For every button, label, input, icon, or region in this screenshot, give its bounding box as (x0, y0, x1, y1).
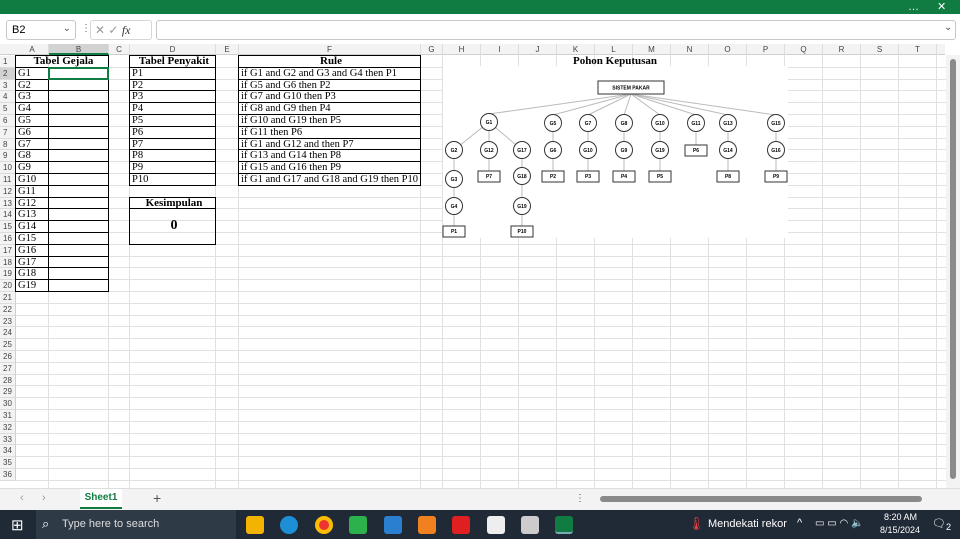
symptom-node-label: G17 (517, 148, 527, 154)
tree-edge (552, 93, 632, 116)
grid-line (16, 468, 946, 469)
grid-line (16, 302, 946, 304)
symptom-node-label: G12 (484, 148, 494, 154)
taskbar: ⊞ ⌕ Type here to search 🌡 Mendekati reko… (0, 510, 960, 539)
app-icon[interactable] (452, 516, 470, 534)
file-explorer-icon[interactable] (246, 516, 264, 534)
row-header-31[interactable]: 31 (0, 410, 16, 422)
search-placeholder: Type here to search (62, 518, 160, 530)
grid-line (16, 314, 946, 316)
row-header-35[interactable]: 35 (0, 457, 16, 469)
symptom-node-label: G19 (655, 148, 665, 154)
clock-date[interactable]: 8/15/2024 (880, 525, 920, 535)
symptom-node-label: G7 (585, 121, 592, 127)
notification-icon[interactable]: 🗨2 (932, 517, 951, 532)
thermometer-icon: 🌡 (688, 516, 705, 531)
disease-node-label: P8 (725, 174, 731, 180)
grid-line (16, 432, 946, 434)
symptom-node-label: G9 (621, 148, 628, 154)
next-sheet-icon[interactable]: › (42, 492, 46, 504)
search-icon: ⌕ (42, 516, 50, 531)
symptom-node-label: G11 (691, 121, 700, 127)
symptom-node-label: G1 (486, 120, 493, 126)
row-header-29[interactable]: 29 (0, 386, 16, 399)
tree-edge (630, 93, 777, 116)
symptom-node-label: G8 (621, 121, 628, 127)
edge-icon[interactable] (280, 516, 298, 534)
app-icon[interactable] (349, 516, 367, 534)
weather-text[interactable]: Mendekati rekor (708, 518, 787, 530)
tree-edge (630, 93, 697, 116)
disease-node-label: P10 (518, 229, 527, 235)
disease-node-label: P1 (451, 229, 457, 235)
prev-sheet-icon[interactable]: ‹ (20, 492, 24, 504)
grid-line (16, 373, 946, 375)
notification-count: 2 (945, 522, 952, 533)
symptom-node-label: G14 (723, 148, 733, 154)
row-header-32[interactable]: 32 (0, 421, 16, 434)
xampp-icon[interactable] (418, 516, 436, 534)
row-header-23[interactable]: 23 (0, 315, 16, 328)
row-header-28[interactable]: 28 (0, 374, 16, 387)
disease-node-label: P5 (657, 174, 663, 180)
chrome-icon[interactable] (315, 516, 333, 534)
add-sheet-button[interactable]: + (153, 490, 161, 506)
grid-line (16, 350, 946, 351)
excel-icon[interactable] (555, 516, 573, 534)
search-box[interactable]: ⌕ Type here to search (36, 510, 236, 539)
more-icon[interactable]: ⋮ (575, 493, 585, 504)
grid-line (16, 479, 946, 481)
grid-line (16, 397, 946, 399)
disease-node-label: P7 (486, 174, 492, 180)
symptom-node-label: G10 (583, 148, 593, 154)
disease-node-label: P2 (550, 174, 556, 180)
grid-line (16, 409, 946, 410)
root-node-label: SISTEM PAKAR (612, 85, 650, 91)
notepad-icon[interactable] (521, 516, 539, 534)
row-header-36[interactable]: 36 (0, 469, 16, 481)
disease-node-label: P4 (621, 174, 627, 180)
symptom-node-label: G3 (451, 177, 458, 183)
symptom-node-label: G5 (550, 121, 557, 127)
tray-chevron-icon[interactable]: ^ (797, 517, 802, 529)
symptom-node-label: G2 (451, 148, 458, 154)
row-header-26[interactable]: 26 (0, 351, 16, 363)
disease-node-label: P3 (585, 174, 591, 180)
row-header-30[interactable]: 30 (0, 398, 16, 410)
grid-line (16, 361, 946, 363)
disease-node-label: P6 (693, 148, 699, 154)
battery-icon[interactable]: ▭ ▭ ◠ 🔈 (815, 518, 863, 529)
row-header-33[interactable]: 33 (0, 433, 16, 446)
row-header-27[interactable]: 27 (0, 362, 16, 375)
clock-time[interactable]: 8:20 AM (884, 512, 917, 522)
symptom-node-label: G15 (771, 121, 781, 127)
row-header-25[interactable]: 25 (0, 339, 16, 351)
grid-line (16, 338, 946, 340)
grid-line (16, 456, 946, 458)
symptom-node-label: G4 (451, 204, 458, 210)
grid-line (16, 420, 946, 422)
grid-line (16, 326, 946, 328)
symptom-node-label: G18 (517, 174, 527, 180)
disease-node-label: P9 (773, 174, 779, 180)
vscode-icon[interactable] (384, 516, 402, 534)
symptom-node-label: G16 (771, 148, 781, 154)
row-header-34[interactable]: 34 (0, 445, 16, 458)
grid-line (16, 385, 946, 387)
tree-title: Pohon Keputusan (572, 55, 658, 67)
windows-start-icon[interactable]: ⊞ (11, 516, 24, 534)
row-header-24[interactable]: 24 (0, 327, 16, 340)
symptom-node-label: G13 (723, 121, 733, 127)
sheet-tab-sheet1[interactable]: Sheet1 (80, 489, 122, 509)
symptom-node-label: G6 (550, 148, 557, 154)
symptom-node-label: G19 (517, 204, 527, 210)
grid-line (16, 444, 946, 446)
row-header-22[interactable]: 22 (0, 303, 16, 316)
mail-icon[interactable] (487, 516, 505, 534)
horizontal-scrollbar[interactable] (600, 496, 922, 502)
decision-tree-diagram: SISTEM PAKAR G1 G5 G7 G8 G10 G11 G13 G15 G2 G12 G17… (442, 80, 788, 238)
sheet-tab-bar: ‹ › Sheet1 + ⋮ (0, 488, 960, 510)
symptom-node-label: G10 (655, 121, 665, 127)
